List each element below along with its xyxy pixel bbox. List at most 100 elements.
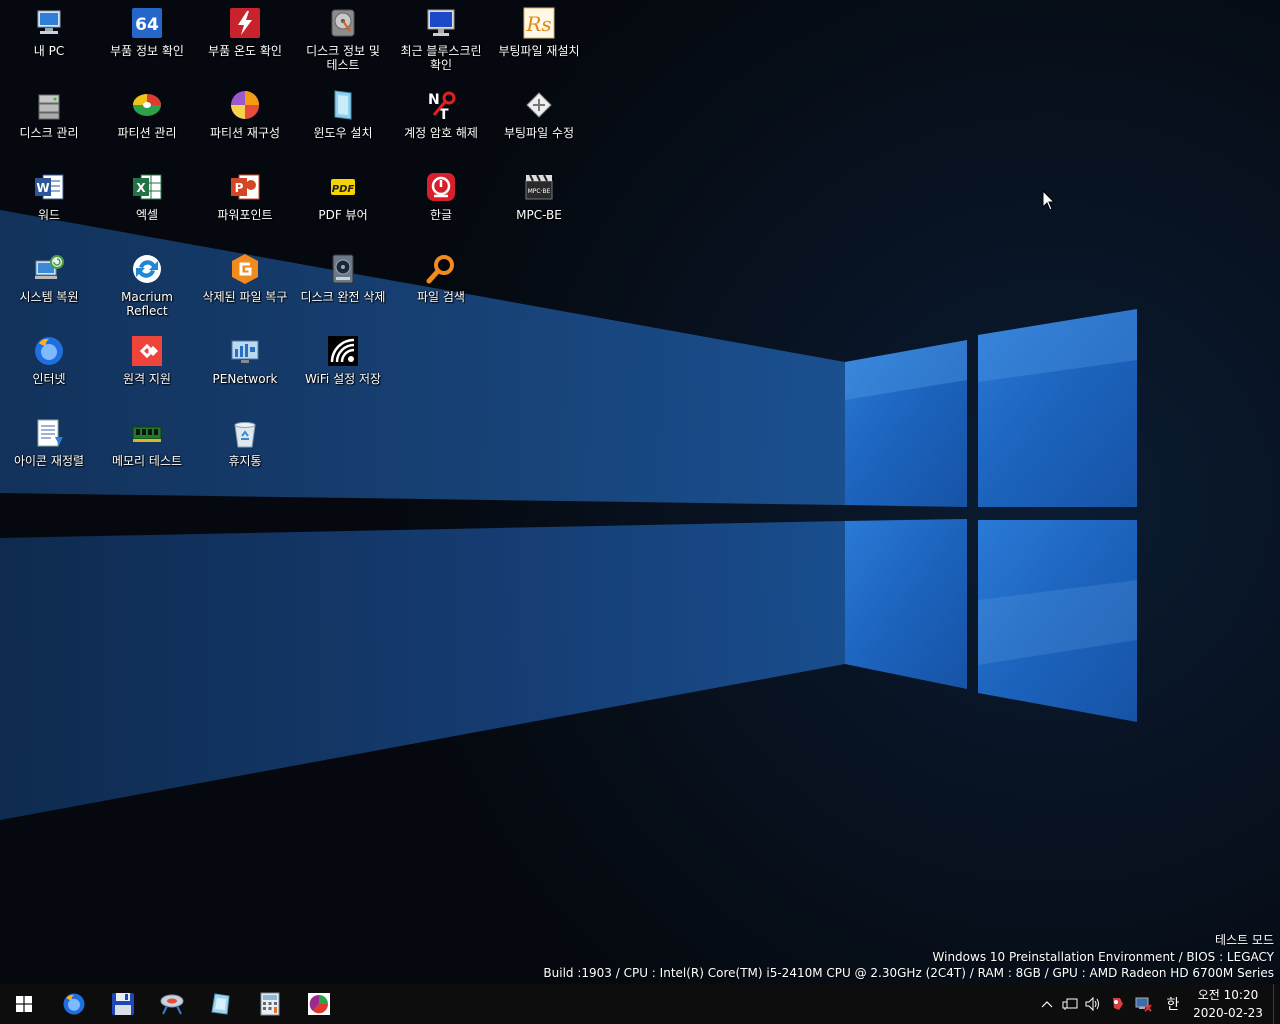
ethernet-icon [1062,998,1078,1010]
desktop-icon-macrium[interactable]: Macrium Reflect [98,248,196,328]
firefox-icon [63,993,85,1015]
disk-management-icon [32,88,66,122]
speaker-icon [1085,997,1099,1011]
desktop-icon-label: 디스크 완전 삭제 [300,290,386,304]
desktop-icon-label: 파워포인트 [217,208,273,222]
svg-text:MPC·BE: MPC·BE [528,188,551,195]
system-restore-icon [32,252,66,286]
tray-network-button[interactable] [1059,984,1081,1024]
desktop-icon-label: 내 PC [33,44,65,58]
desktop-icon-word[interactable]: W 워드 [0,166,98,246]
macrium-reflect-icon [130,252,164,286]
desktop-icon-label: 메모리 테스트 [111,454,183,468]
taskbar-chart-app-button[interactable] [295,984,343,1024]
desktop-icon-label: 부팅파일 수정 [503,126,575,140]
desktop-icon-label: 파티션 재구성 [209,126,281,140]
taskbar-save-button[interactable] [99,984,147,1024]
recovery-icon [228,252,262,286]
desktop-icon-partition-rebuild[interactable]: 파티션 재구성 [196,84,294,164]
test-mode-watermark: 테스트 모드 Windows 10 Preinstallation Enviro… [543,932,1274,982]
taskbar-calculator-button[interactable] [246,984,294,1024]
monitor-icon [424,6,458,40]
desktop-icon-remote[interactable]: 원격 지원 [98,330,196,410]
desktop-icon-file-search[interactable]: 파일 검색 [392,248,490,328]
tray-overflow-button[interactable] [1036,984,1058,1024]
pdf-icon: PDF [326,170,360,204]
desktop-icon-file-recovery[interactable]: 삭제된 파일 복구 [196,248,294,328]
desktop-icon-label: 삭제된 파일 복구 [202,290,288,304]
search-icon [424,252,458,286]
desktop-icon-label: PDF 뷰어 [318,208,368,222]
ime-label: 한 [1166,997,1180,1013]
desktop-icon-boot-reinstall[interactable]: Rs 부팅파일 재설치 [490,2,588,82]
desktop-icon-memtest[interactable]: 메모리 테스트 [98,412,196,492]
taskbar-setup-button[interactable] [197,984,245,1024]
desktop-icon-penetwork[interactable]: PENetwork [196,330,294,410]
desktop-icon-pdf[interactable]: PDF PDF 뷰어 [294,166,392,246]
taskbar-network-tool-button[interactable] [148,984,196,1024]
svg-text:64: 64 [135,15,159,35]
save-icon [112,993,134,1015]
start-button[interactable] [0,984,48,1024]
clock[interactable]: 오전 10:20 2020-02-23 [1192,986,1264,1022]
desktop-icon-label: 아이콘 재정렬 [13,454,85,468]
wifi-icon [326,334,360,368]
setup-icon [211,993,230,1015]
desktop-icon-excel[interactable]: X 엑셀 [98,166,196,246]
aida64-icon: 64 [130,6,164,40]
desktop-icon-label: WiFi 설정 저장 [304,372,382,386]
desktop-icon-label: PENetwork [212,372,278,386]
desktop-icon-label: 최근 블루스크린 확인 [400,44,482,72]
ime-indicator[interactable]: 한 [1160,984,1186,1024]
desktop-icon-powerpoint[interactable]: P 파워포인트 [196,166,294,246]
recycle-bin-icon [228,416,262,450]
pie-chart-icon [228,88,262,122]
desktop-icon-boot-edit[interactable]: 부팅파일 수정 [490,84,588,164]
desktop-icon-my-pc[interactable]: 내 PC [0,2,98,82]
watermark-line-3: Build :1903 / CPU : Intel(R) Core(TM) i5… [543,966,1274,980]
bug-tool-icon [1113,998,1123,1010]
tray-volume-button[interactable] [1082,984,1104,1024]
network-disconnected-icon [1135,997,1152,1012]
desktop-icon-part-temp[interactable]: 부품 온도 확인 [196,2,294,82]
desktop-icon-system-restore[interactable]: 시스템 복원 [0,248,98,328]
desktop-icon-label: 부팅파일 재설치 [498,44,580,58]
desktop-icon-label: 시스템 복원 [19,290,79,304]
desktop-icon-bsod[interactable]: 최근 블루스크린 확인 [392,2,490,82]
chevron-up-icon [1041,1001,1053,1008]
desktop-icon-partition-mgr[interactable]: 파티션 관리 [98,84,196,164]
svg-text:X: X [136,181,146,195]
desktop-icon-recycle-bin[interactable]: 휴지통 [196,412,294,492]
disk-wipe-icon [326,252,360,286]
desktop-icon-disk-mgmt[interactable]: 디스크 관리 [0,84,98,164]
desktop-icon-win-setup[interactable]: 윈도우 설치 [294,84,392,164]
desktop-icon-label: 휴지통 [228,454,262,468]
clock-time: 오전 10:20 [1197,988,1259,1002]
temperature-icon [228,6,262,40]
tray-disconnected-button[interactable] [1131,984,1155,1024]
tray-app-button[interactable] [1106,984,1130,1024]
partition-manager-icon [130,88,164,122]
show-desktop-button[interactable] [1273,984,1280,1024]
anydesk-icon [130,334,164,368]
firefox-icon [32,334,66,368]
desktop-icon-label: 파일 검색 [417,290,465,304]
desktop-icon-disk-wipe[interactable]: 디스크 완전 삭제 [294,248,392,328]
taskbar-firefox-button[interactable] [50,984,98,1024]
desktop-icon-label: 원격 지원 [123,372,171,386]
desktop-icon-arrange[interactable]: 아이콘 재정렬 [0,412,98,492]
desktop-icon-mpc-be[interactable]: MPC·BE MPC-BE [490,166,588,246]
svg-text:W: W [36,181,49,195]
taskbar: 한 오전 10:20 2020-02-23 [0,984,1280,1024]
mpc-be-icon: MPC·BE [522,170,556,204]
desktop-icon-label: 인터넷 [32,372,66,386]
desktop-icon-wifi-save[interactable]: WiFi 설정 저장 [294,330,392,410]
desktop-icon-disk-info[interactable]: 디스크 정보 및 테스트 [294,2,392,82]
svg-text:N: N [428,92,440,108]
desktop-icon-hangul[interactable]: 한글 [392,166,490,246]
desktop-icon-part-info[interactable]: 64 부품 정보 확인 [98,2,196,82]
word-icon: W [32,170,66,204]
windows-setup-icon [326,88,360,122]
desktop-icon-password[interactable]: NT 계정 암호 해제 [392,84,490,164]
desktop-icon-internet[interactable]: 인터넷 [0,330,98,410]
